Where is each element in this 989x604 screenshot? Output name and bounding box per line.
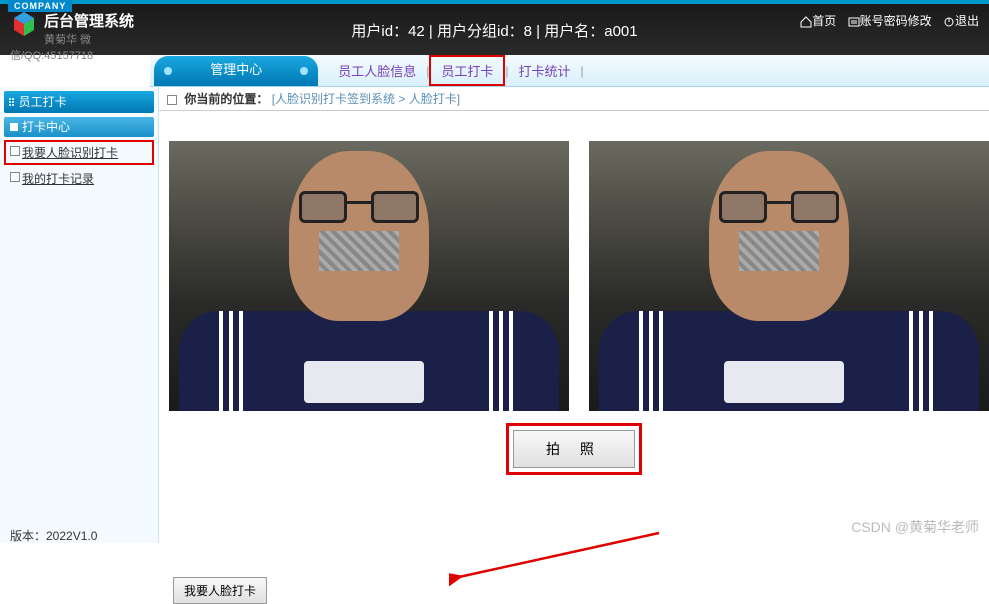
tab-separator: | xyxy=(581,64,584,78)
sidebar-link-records[interactable]: 我的打卡记录 xyxy=(22,172,94,186)
account-link[interactable]: 账号密码修改 xyxy=(848,14,932,28)
version-text: 版本：2022V1.0 xyxy=(10,527,97,544)
submit-face-checkin-button[interactable]: 我要人脸打卡 xyxy=(173,577,267,604)
breadcrumb: 你当前的位置： [人脸识别打卡签到系统 > 人脸打卡] xyxy=(159,87,989,111)
arrow-annotation xyxy=(449,527,669,587)
list-icon xyxy=(848,16,860,28)
watermark-text: CSDN @黄菊华老师 xyxy=(851,517,979,537)
tab-face-info[interactable]: 员工人脸信息 xyxy=(328,57,426,84)
main-content: 你当前的位置： [人脸识别打卡签到系统 > 人脸打卡] xyxy=(159,87,989,543)
top-bar: COMPANY 后台管理系统 黄菊华 微信/QQ:45157718 用户id：4… xyxy=(0,0,989,55)
breadcrumb-path: [人脸识别打卡签到系统 > 人脸打卡] xyxy=(272,92,460,106)
sub-tabs: 员工人脸信息 | 员工打卡 | 打卡统计 | xyxy=(318,55,989,86)
tab-bar: 管理中心 员工人脸信息 | 员工打卡 | 打卡统计 | xyxy=(150,55,989,87)
breadcrumb-icon xyxy=(167,95,177,105)
photo-row xyxy=(159,111,989,411)
tab-checkin[interactable]: 员工打卡 xyxy=(429,55,505,86)
tab-stats[interactable]: 打卡统计 xyxy=(509,57,581,84)
camera-preview-right xyxy=(589,141,989,411)
sidebar-group-header[interactable]: 打卡中心 xyxy=(4,117,154,137)
breadcrumb-label: 你当前的位置： xyxy=(184,92,268,106)
logout-link[interactable]: 退出 xyxy=(943,14,979,28)
camera-preview-left xyxy=(169,141,569,411)
logo-area: 后台管理系统 黄菊华 微信/QQ:45157718 xyxy=(0,4,150,69)
management-center-tab[interactable]: 管理中心 xyxy=(154,56,318,86)
home-icon xyxy=(800,16,812,28)
sidebar-section-header: 员工打卡 xyxy=(4,91,154,113)
top-right-links: 首页 账号密码修改 退出 xyxy=(782,4,989,37)
power-icon xyxy=(943,16,955,28)
grip-icon xyxy=(8,97,16,107)
capture-button[interactable]: 拍 照 xyxy=(513,430,635,468)
sidebar-link-recognize[interactable]: 我要人脸识别打卡 xyxy=(22,146,118,160)
home-link[interactable]: 首页 xyxy=(800,14,836,28)
sidebar-item-records[interactable]: 我的打卡记录 xyxy=(4,168,154,189)
company-tag: COMPANY xyxy=(8,0,72,12)
sidebar: 员工打卡 打卡中心 我要人脸识别打卡 我的打卡记录 版本：2022V1.0 xyxy=(0,87,159,543)
capture-row: 拍 照 xyxy=(159,423,989,475)
sidebar-item-recognize[interactable]: 我要人脸识别打卡 xyxy=(4,140,154,165)
logo-icon xyxy=(10,10,38,38)
capture-button-highlight: 拍 照 xyxy=(506,423,642,475)
